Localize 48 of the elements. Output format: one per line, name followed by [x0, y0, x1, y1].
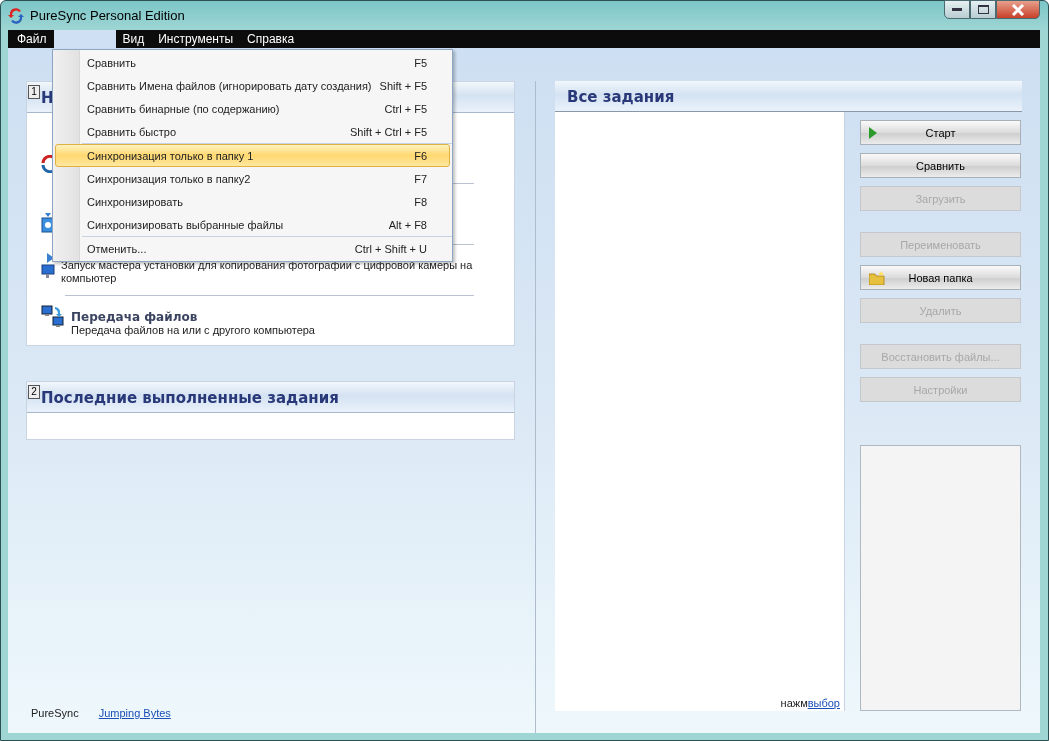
menu-item[interactable]: Отменить... Ctrl + Shift + U [55, 237, 450, 260]
vendor-link[interactable]: Jumping Bytes [98, 707, 171, 719]
shortcut-text: F8 [414, 195, 427, 208]
shortcut-text: F5 [414, 56, 427, 69]
select-link[interactable]: выбор [807, 697, 840, 709]
hint-text: нажм [780, 697, 808, 709]
menu-item[interactable]: Синхронизировать F8 [55, 190, 450, 213]
menu-item[interactable]: Файл [10, 30, 54, 48]
action-button[interactable]: Новая папка [860, 265, 1021, 290]
computers-icon [41, 304, 65, 328]
panel-title: Последние выполненные задания [41, 389, 339, 407]
shortcut-text: Shift + F5 [379, 79, 427, 92]
shortcut-text: F7 [414, 172, 427, 185]
shortcut-text: F6 [414, 149, 427, 162]
shortcut-text: Ctrl + Shift + U [354, 242, 427, 255]
action-button[interactable]: Старт [860, 120, 1021, 145]
menu-item[interactable]: Синхронизация только в папку 1 F6 [55, 144, 450, 167]
panel-title: Н [41, 89, 54, 107]
menu-item[interactable]: Сравнить F5 [55, 51, 450, 74]
close-icon [1011, 3, 1025, 16]
number-badge: 1 [28, 85, 40, 99]
camera-icon [41, 253, 55, 279]
panel-title: Все задания [567, 88, 675, 106]
app-icon [8, 7, 24, 24]
task-description: Передача файлов на или с другого компьютера [71, 324, 316, 337]
menu-item[interactable]: Сравнить быстро Shift + Ctrl + F5 [55, 120, 450, 143]
sync-arrows-icon [41, 155, 55, 173]
play-icon [869, 126, 877, 139]
task-title[interactable]: Передача файлов [71, 310, 491, 324]
maximize-button[interactable] [970, 0, 996, 19]
shortcut-text: Alt + F8 [388, 218, 427, 231]
shortcut-text: Ctrl + F5 [384, 102, 427, 115]
folder-icon [869, 270, 885, 285]
menu-item[interactable]: Сравнить Имена файлов (игнорировать дату создания) Shift + F5 [55, 74, 450, 97]
minimize-button[interactable] [944, 0, 970, 19]
menu-item[interactable]: Сравнить бинарные (по содержанию) Ctrl + F5 [55, 97, 450, 120]
menu-item[interactable]: Синхронизация только в папку2 F7 [55, 167, 450, 190]
menu-item[interactable]: Справка [240, 30, 302, 48]
task-description: Запуск мастера установки для копирования фотографии с цифровой камеры на компьютер [61, 259, 474, 285]
product-label: PureSync [31, 707, 79, 719]
menu-item[interactable]: Вид [115, 30, 152, 48]
menu-item[interactable]: Синхронизировать выбранные файлы Alt + F8 [55, 213, 450, 236]
action-button[interactable]: Сравнить [860, 153, 1021, 178]
close-button[interactable] [996, 0, 1040, 19]
menu-item[interactable]: Инструменты [151, 30, 241, 48]
shortcut-text: Shift + Ctrl + F5 [349, 125, 427, 138]
window-title: PureSync Personal Edition [30, 8, 185, 23]
number-badge: 2 [28, 385, 40, 399]
